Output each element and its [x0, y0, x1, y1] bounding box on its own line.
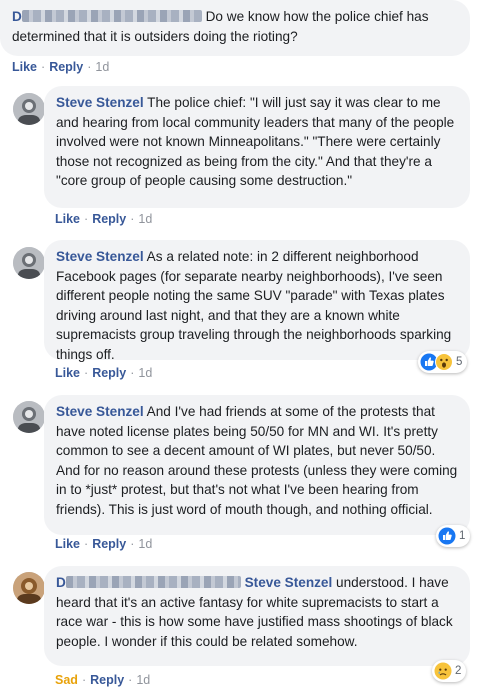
like-button[interactable]: Like: [55, 537, 80, 551]
reaction-summary[interactable]: 1: [436, 525, 471, 547]
comment-author[interactable]: Steve Stenzel: [56, 95, 144, 110]
timestamp[interactable]: 1d: [136, 673, 150, 687]
comment-author[interactable]: D: [12, 9, 22, 24]
comment-actions: Like · Reply · 1d: [55, 212, 153, 226]
comment-actions: Like · Reply · 1d: [55, 537, 153, 551]
reaction-count: 1: [459, 530, 466, 542]
like-icon: [438, 527, 456, 545]
redacted-name: [65, 576, 241, 588]
reply-button[interactable]: Reply: [90, 673, 124, 687]
like-button[interactable]: Like: [55, 366, 80, 380]
timestamp[interactable]: 1d: [138, 537, 152, 551]
comment-actions: Like · Reply · 1d: [12, 60, 110, 74]
like-button[interactable]: Like: [12, 60, 37, 74]
reaction-summary[interactable]: 2: [432, 660, 467, 682]
reaction-count: 5: [456, 356, 463, 368]
comment-bubble: Steve Stenzel And I've had friends at so…: [44, 395, 470, 535]
wow-icon: [435, 353, 453, 371]
comment-bubble: D Steve Stenzel understood. I have heard…: [44, 566, 470, 666]
like-button[interactable]: Like: [55, 212, 80, 226]
reply-button[interactable]: Reply: [92, 212, 126, 226]
comment-author[interactable]: Steve Stenzel: [56, 404, 144, 419]
comment-bubble: Steve Stenzel The police chief: "I will …: [44, 86, 470, 208]
avatar[interactable]: [13, 401, 45, 433]
comment-bubble: Steve Stenzel As a related note: in 2 di…: [44, 240, 470, 362]
comment-actions: Sad · Reply · 1d: [55, 673, 151, 687]
comment-author[interactable]: D: [56, 575, 66, 590]
timestamp[interactable]: 1d: [138, 212, 152, 226]
comment-text: As a related note: in 2 different neighb…: [56, 249, 452, 362]
comment-author[interactable]: Steve Stenzel: [56, 249, 144, 264]
comment-text: And I've had friends at some of the prot…: [56, 404, 458, 517]
mention-link[interactable]: Steve Stenzel: [245, 575, 333, 590]
reply-button[interactable]: Reply: [92, 366, 126, 380]
avatar[interactable]: [13, 247, 45, 279]
reply-button[interactable]: Reply: [92, 537, 126, 551]
avatar[interactable]: [13, 93, 45, 125]
timestamp[interactable]: 1d: [95, 60, 109, 74]
reply-button[interactable]: Reply: [49, 60, 83, 74]
avatar[interactable]: [13, 572, 45, 604]
comment-actions: Like · Reply · 1d: [55, 366, 153, 380]
comment-bubble: D Do we know how the police chief has de…: [0, 0, 470, 56]
timestamp[interactable]: 1d: [138, 366, 152, 380]
sad-reaction-button[interactable]: Sad: [55, 673, 78, 687]
redacted-name: [21, 10, 202, 22]
sad-icon: [434, 662, 452, 680]
reaction-summary[interactable]: 5: [418, 351, 468, 373]
reaction-count: 2: [455, 665, 462, 677]
